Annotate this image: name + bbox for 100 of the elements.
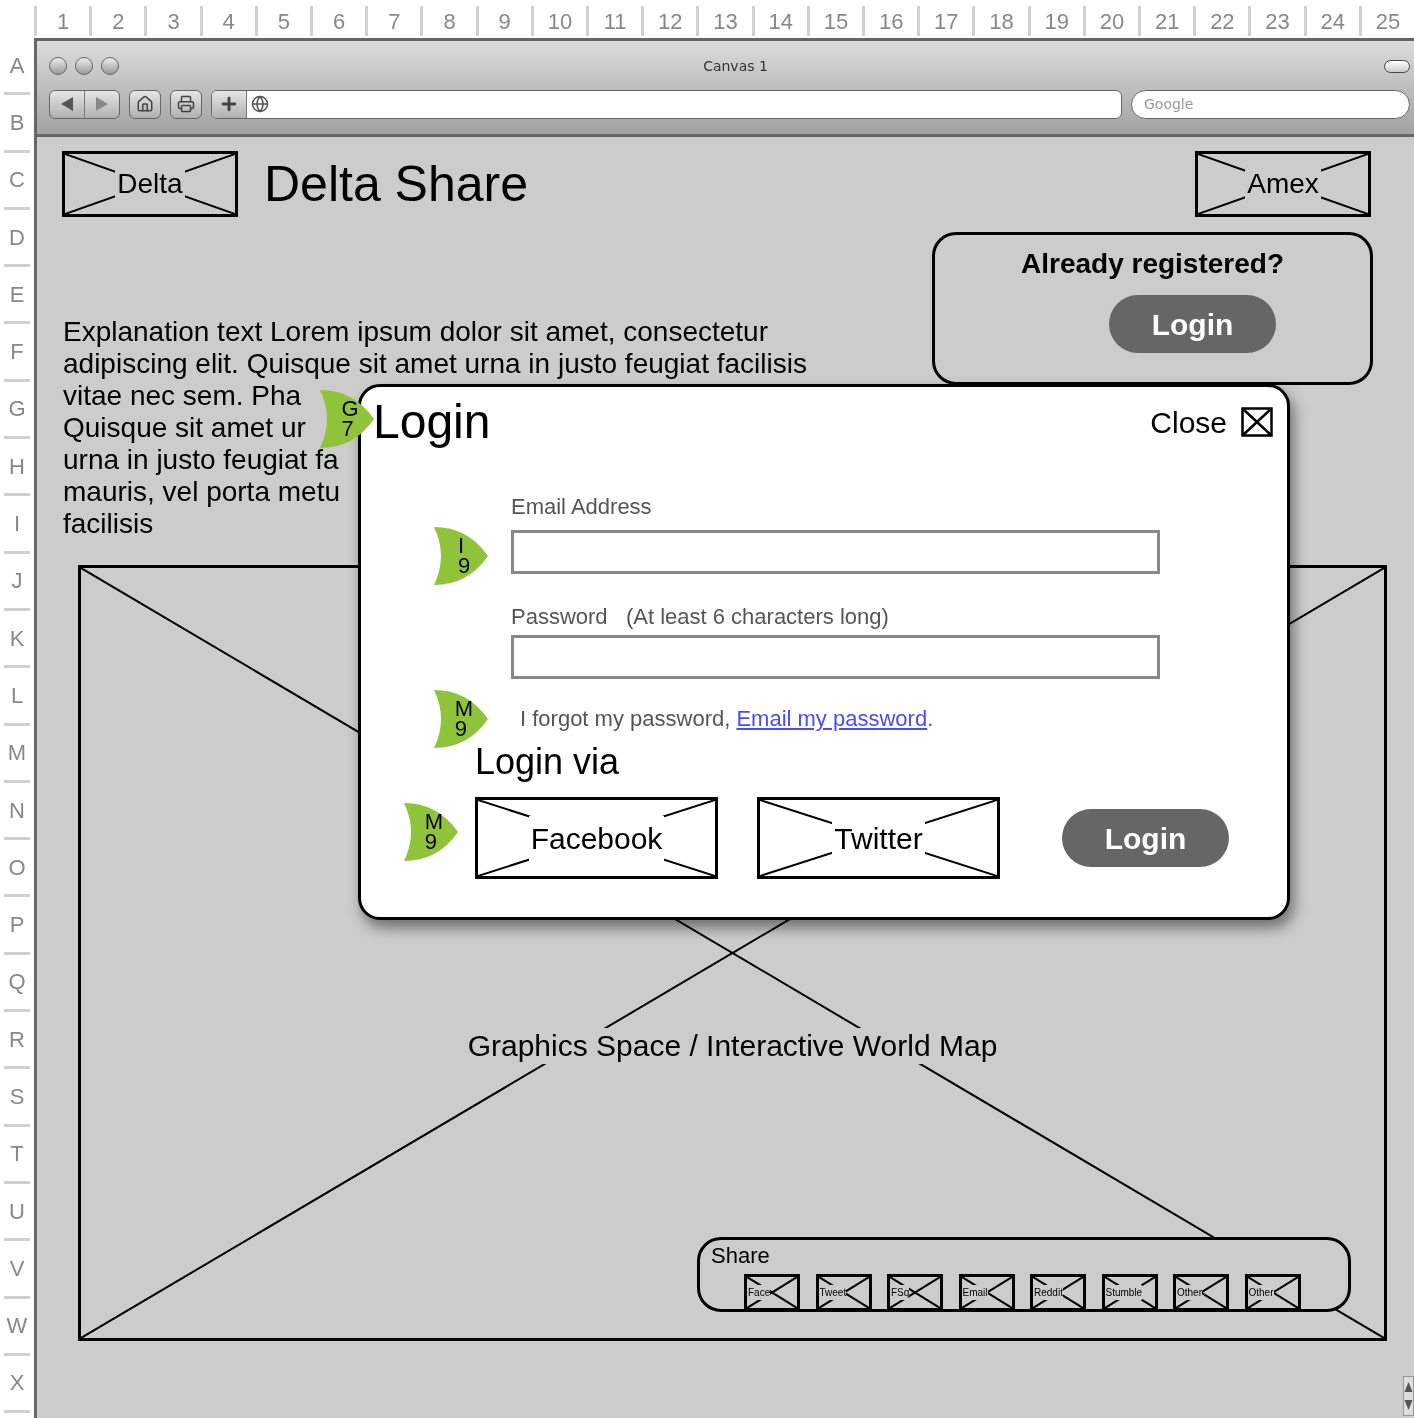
share-option[interactable]: Tweet <box>815 1274 872 1311</box>
ruler-number: 16 <box>878 7 904 36</box>
share-option[interactable]: Other <box>1173 1274 1229 1311</box>
explanation-text: mauris, vel porta metu <box>63 476 340 508</box>
print-icon[interactable] <box>177 95 195 113</box>
ruler-letter: C <box>4 152 30 210</box>
share-label: Share <box>711 1242 770 1270</box>
window-control-icon[interactable] <box>49 57 67 75</box>
logo-placeholder[interactable]: Amex <box>1195 151 1371 217</box>
dialog-title: Login <box>373 394 491 450</box>
ruler-number: 6 <box>333 7 346 36</box>
ruler-number: 1 <box>56 7 70 36</box>
explanation-text: facilisis <box>63 508 154 540</box>
scroll-arrows-icon[interactable] <box>1403 1376 1414 1416</box>
ruler-number: 14 <box>768 7 793 36</box>
home-button[interactable] <box>129 89 161 119</box>
ruler-letter: K <box>4 610 30 669</box>
login-button[interactable]: Login <box>1062 809 1229 867</box>
ruler-number: 13 <box>713 7 738 36</box>
ruler-number: 15 <box>823 7 849 36</box>
logo-placeholder[interactable]: Delta <box>62 151 238 217</box>
ruler-letter: H <box>4 439 30 497</box>
password-label: Password (At least 6 characters long) <box>511 603 889 631</box>
site-title: Delta Share <box>264 156 529 212</box>
ruler-number: 17 <box>934 7 959 36</box>
email-label: Email Address <box>511 493 652 521</box>
search-field[interactable]: Google <box>1131 89 1410 119</box>
ruler-letter: X <box>4 1355 30 1414</box>
ruler-letter: B <box>4 95 30 153</box>
ruler-number: 10 <box>547 7 573 36</box>
explanation-text: vitae nec sem. Pha <box>63 380 302 412</box>
ruler-letter: Q <box>4 954 30 1013</box>
share-option[interactable]: Email <box>958 1274 1015 1311</box>
ruler-letter: O <box>4 840 30 898</box>
ruler-letter: S <box>4 1069 30 1127</box>
forgot-password-text: I forgot my password, Email my password. <box>520 705 934 733</box>
add-icon[interactable] <box>219 94 239 114</box>
ruler-number: 7 <box>388 7 401 36</box>
ruler-letter: M <box>4 725 30 783</box>
explanation-text: Quisque sit amet ur <box>63 412 306 444</box>
window-control-icon[interactable] <box>75 57 93 75</box>
home-icon[interactable] <box>136 95 154 113</box>
ruler-letter: F <box>4 324 30 382</box>
share-option[interactable]: Stumble <box>1101 1274 1158 1311</box>
ruler-number: 23 <box>1265 7 1290 36</box>
ruler-number: 2 <box>112 7 125 36</box>
ruler-letter: T <box>4 1126 30 1184</box>
ruler-letter: P <box>4 897 30 955</box>
toolbar-toggle-icon[interactable] <box>1384 59 1410 73</box>
callout-marker: M 9 <box>402 803 458 861</box>
ruler-letter: N <box>4 782 30 841</box>
ruler-letter: R <box>4 1012 30 1070</box>
ruler-letter: E <box>4 267 30 325</box>
ruler-number: 11 <box>603 7 627 36</box>
ruler-number: 25 <box>1375 7 1401 36</box>
print-button[interactable] <box>170 89 202 119</box>
ruler-letter: D <box>4 209 30 268</box>
share-option[interactable]: FSq <box>887 1274 943 1311</box>
password-field[interactable] <box>511 635 1160 679</box>
email-password-link[interactable]: Email my password <box>736 706 928 731</box>
ruler-letter: G <box>4 381 30 440</box>
address-field[interactable] <box>211 89 1122 119</box>
ruler-number: 12 <box>658 7 683 36</box>
globe-icon <box>251 95 269 113</box>
ruler-letter: V <box>4 1241 30 1299</box>
ruler-letter: L <box>4 668 30 726</box>
callout-marker: I 9 <box>432 527 488 585</box>
ruler-number: 22 <box>1210 7 1235 36</box>
share-option[interactable]: Reddit <box>1030 1274 1086 1311</box>
ruler-number: 8 <box>443 7 456 36</box>
window-control-icon[interactable] <box>101 57 119 75</box>
back-forward-buttons[interactable] <box>49 89 120 119</box>
ruler-letter: U <box>4 1183 30 1242</box>
ruler-number: 20 <box>1099 7 1125 36</box>
ruler-letter: I <box>4 496 30 554</box>
close-label: Close <box>1150 404 1227 441</box>
ruler-letter: J <box>4 553 30 611</box>
explanation-text: Explanation text Lorem ipsum dolor sit amet, consectetur <box>63 316 768 348</box>
social-login-button[interactable]: Twitter <box>757 797 1000 879</box>
ruler-number: 4 <box>222 7 235 36</box>
back-icon[interactable] <box>61 97 73 111</box>
ruler-number: 9 <box>498 7 511 36</box>
ruler-number: 19 <box>1044 7 1069 36</box>
ruler-number: 24 <box>1320 7 1345 36</box>
panel-heading: Already registered? <box>1021 247 1284 281</box>
login-button[interactable]: Login <box>1109 295 1276 353</box>
explanation-text: adipiscing elit. Quisque sit amet urna in justo feugiat facilisis <box>63 348 807 380</box>
close-icon[interactable] <box>1241 407 1273 437</box>
share-option[interactable]: Face <box>744 1274 800 1311</box>
ruler-number: 5 <box>277 7 291 36</box>
window-title: Canvas 1 <box>702 56 769 76</box>
callout-marker: G 7 <box>318 390 374 448</box>
ruler-letter: A <box>4 38 30 96</box>
email-field[interactable] <box>511 530 1160 574</box>
callout-marker: M 9 <box>432 690 488 748</box>
social-login-button[interactable]: Facebook <box>475 797 718 879</box>
share-option[interactable]: Other <box>1244 1274 1301 1311</box>
ruler-number: 3 <box>167 7 180 36</box>
ruler-letter: W <box>4 1298 30 1356</box>
ruler-number: 21 <box>1154 7 1180 36</box>
